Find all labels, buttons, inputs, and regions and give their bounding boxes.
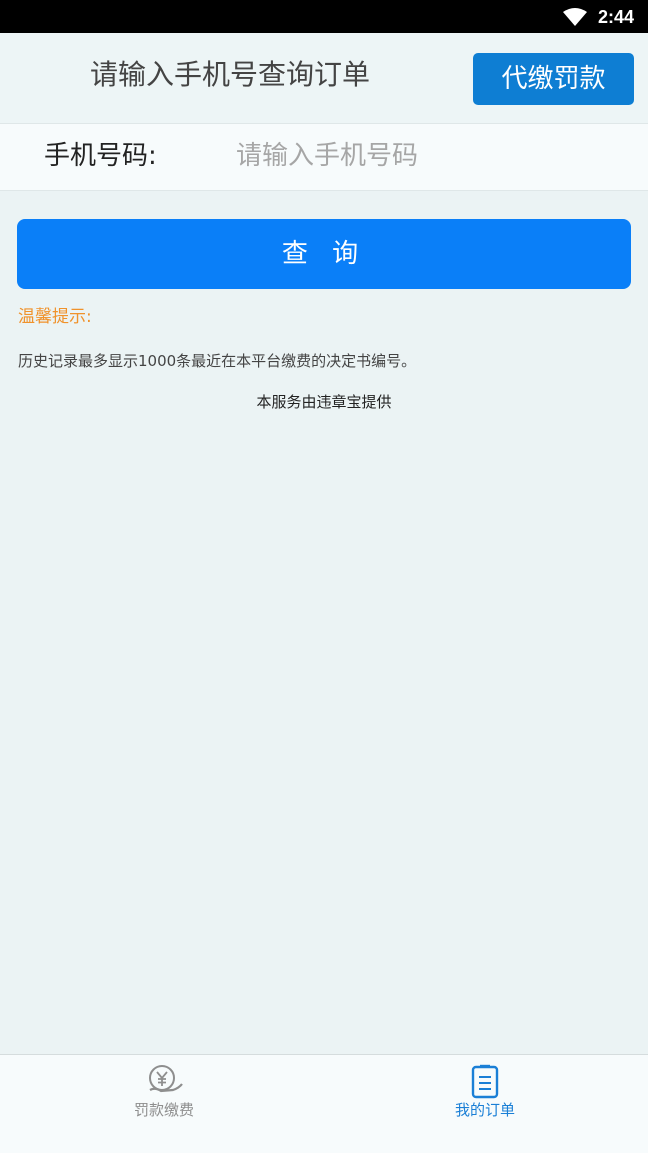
- tab-orders-label: 我的订单: [454, 1101, 515, 1119]
- provider-text: 本服务由违章宝提供: [256, 393, 392, 411]
- tab-fines-label: 罚款缴费: [133, 1101, 194, 1119]
- status-time: 2:44: [598, 7, 635, 27]
- query-button[interactable]: 查 询: [17, 219, 631, 289]
- wifi-icon: [562, 7, 588, 27]
- header: 请输入手机号查询订单 代缴罚款: [0, 33, 648, 124]
- phone-field-row: 手机号码:: [0, 124, 648, 191]
- status-bar: 2:44: [0, 0, 648, 33]
- tab-my-orders[interactable]: 我的订单: [324, 1055, 648, 1153]
- tip-text: 历史记录最多显示1000条最近在本平台缴费的决定书编号。: [18, 352, 417, 370]
- phone-input[interactable]: [226, 134, 636, 178]
- yuan-hand-icon: [146, 1063, 184, 1101]
- phone-label: 手机号码:: [44, 141, 157, 171]
- tab-fines-payment[interactable]: 罚款缴费: [0, 1055, 324, 1153]
- tip-title: 温馨提示:: [18, 307, 92, 327]
- page-title: 请输入手机号查询订单: [90, 58, 371, 91]
- clipboard-list-icon: [470, 1063, 500, 1103]
- pay-fines-button[interactable]: 代缴罚款: [473, 53, 634, 105]
- tab-bar: 罚款缴费 我的订单: [0, 1054, 648, 1153]
